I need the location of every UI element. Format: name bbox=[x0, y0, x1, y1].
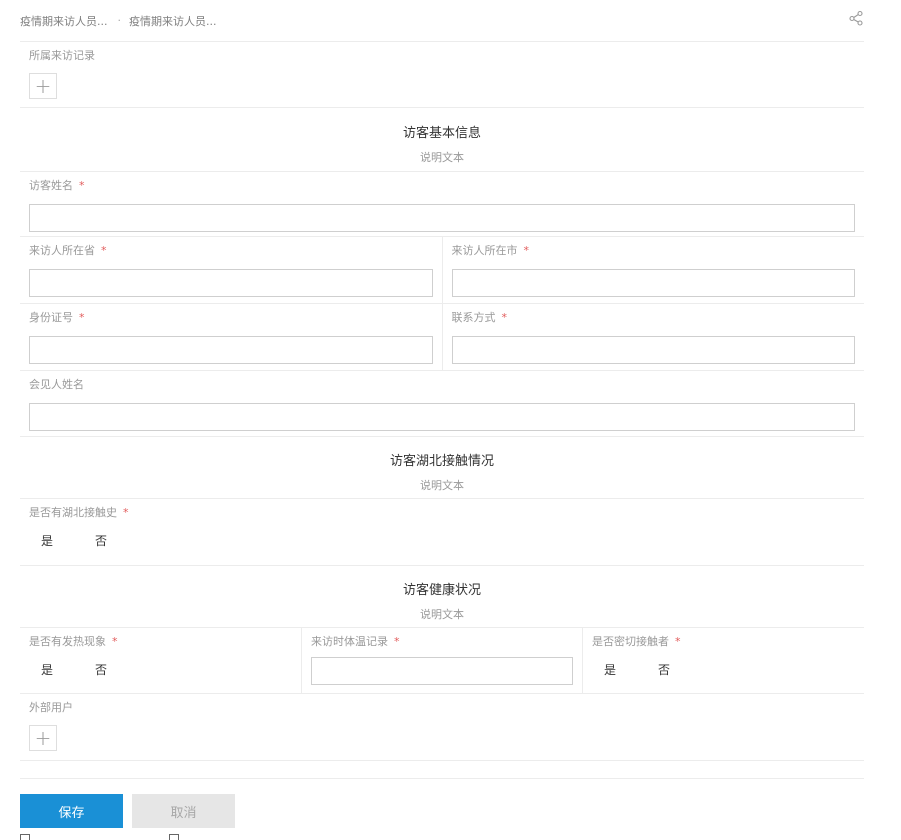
required-mark: * bbox=[394, 635, 400, 648]
fever-option-yes[interactable]: 是 bbox=[41, 661, 53, 678]
visitor-name-row: 访客姓名 * bbox=[20, 172, 864, 237]
section-hubei-subtitle: 说明文本 bbox=[420, 479, 464, 492]
close-contact-label-text: 是否密切接触者 bbox=[592, 635, 669, 648]
hubei-contact-label: 是否有湖北接触史 * bbox=[29, 505, 855, 521]
fever-label: 是否有发热现象 * bbox=[29, 634, 292, 650]
external-user-add-button[interactable]: + bbox=[29, 725, 57, 751]
fever-option-no[interactable]: 否 bbox=[95, 661, 107, 678]
host-name-label: 会见人姓名 bbox=[29, 378, 84, 391]
cancel-button[interactable]: 取消 bbox=[132, 794, 235, 828]
temperature-field: 来访时体温记录 * bbox=[301, 628, 582, 693]
visitor-name-label-text: 访客姓名 bbox=[29, 179, 73, 192]
visit-record-add-button[interactable]: + bbox=[29, 73, 57, 99]
section-health-header: 访客健康状况 说明文本 bbox=[20, 566, 864, 628]
hubei-contact-label-text: 是否有湖北接触史 bbox=[29, 506, 117, 519]
required-mark: * bbox=[79, 311, 85, 324]
save-button[interactable]: 保存 bbox=[20, 794, 123, 828]
id-number-field: 身份证号 * bbox=[20, 304, 442, 370]
external-user-label: 外部用户 bbox=[29, 701, 73, 714]
id-number-label: 身份证号 * bbox=[29, 310, 433, 326]
breadcrumb-separator: · bbox=[117, 14, 122, 27]
visit-record-row: 所属来访记录 + bbox=[20, 42, 864, 108]
fever-radio-group: 是 否 bbox=[29, 661, 292, 678]
id-number-label-text: 身份证号 bbox=[29, 311, 73, 324]
required-mark: * bbox=[123, 506, 129, 519]
province-field: 来访人所在省 * bbox=[20, 237, 442, 303]
close-contact-option-yes[interactable]: 是 bbox=[604, 661, 616, 678]
city-field: 来访人所在市 * bbox=[441, 237, 865, 303]
temperature-input[interactable] bbox=[311, 657, 573, 685]
close-contact-label: 是否密切接触者 * bbox=[592, 634, 855, 650]
form-actions: 保存 取消 bbox=[20, 778, 864, 840]
required-mark: * bbox=[112, 635, 118, 648]
id-number-input[interactable] bbox=[29, 336, 433, 364]
fever-label-text: 是否有发热现象 bbox=[29, 635, 106, 648]
hubei-contact-radio-group: 是 否 bbox=[29, 532, 855, 549]
temperature-label-text: 来访时体温记录 bbox=[311, 635, 388, 648]
required-mark: * bbox=[79, 179, 85, 192]
required-mark: * bbox=[101, 244, 107, 257]
section-health-subtitle: 说明文本 bbox=[420, 608, 464, 621]
visit-record-label: 所属来访记录 bbox=[29, 49, 95, 62]
city-label-text: 来访人所在市 bbox=[451, 244, 518, 257]
hubei-contact-option-no[interactable]: 否 bbox=[95, 532, 107, 549]
health-row: 是否有发热现象 * 是 否 来访时体温记录 * 是否密切接触者 * 是 否 bbox=[20, 628, 864, 694]
contact-label-text: 联系方式 bbox=[451, 311, 496, 324]
section-basic-header: 访客基本信息 说明文本 bbox=[20, 108, 864, 172]
plus-icon: + bbox=[34, 726, 52, 750]
visitor-form: 所属来访记录 + 访客基本信息 说明文本 访客姓名 * 来访人所在省 * 来访人… bbox=[20, 42, 864, 761]
city-label: 来访人所在市 * bbox=[452, 243, 856, 259]
plus-icon: + bbox=[34, 74, 52, 98]
breadcrumb-item-2[interactable]: 疫情期来访人员... bbox=[129, 13, 217, 29]
required-mark: * bbox=[501, 311, 508, 324]
share-icon[interactable] bbox=[848, 10, 864, 26]
contact-field: 联系方式 * bbox=[441, 304, 865, 370]
id-contact-row: 身份证号 * 联系方式 * bbox=[20, 304, 864, 371]
hubei-contact-option-yes[interactable]: 是 bbox=[41, 532, 53, 549]
section-hubei-header: 访客湖北接触情况 说明文本 bbox=[20, 437, 864, 499]
city-input[interactable] bbox=[451, 269, 855, 297]
section-basic-title: 访客基本信息 bbox=[402, 126, 481, 141]
hubei-contact-row: 是否有湖北接触史 * 是 否 bbox=[20, 499, 864, 566]
visitor-name-input[interactable] bbox=[29, 204, 855, 232]
section-basic-subtitle: 说明文本 bbox=[420, 151, 464, 164]
close-contact-radio-group: 是 否 bbox=[592, 661, 855, 678]
bottom-options bbox=[20, 834, 320, 840]
option-checkbox-2[interactable] bbox=[169, 834, 180, 840]
section-hubei-title: 访客湖北接触情况 bbox=[389, 454, 494, 469]
external-user-row: 外部用户 + bbox=[20, 694, 864, 761]
option-checkbox-1[interactable] bbox=[20, 834, 30, 840]
breadcrumb-item-1[interactable]: 疫情期来访人员... bbox=[20, 13, 108, 29]
fever-field: 是否有发热现象 * 是 否 bbox=[20, 628, 301, 693]
host-name-input[interactable] bbox=[29, 403, 855, 431]
close-contact-option-no[interactable]: 否 bbox=[658, 661, 670, 678]
required-mark: * bbox=[675, 635, 681, 648]
breadcrumb-bar: 疫情期来访人员... · 疫情期来访人员... bbox=[20, 0, 864, 42]
temperature-label: 来访时体温记录 * bbox=[311, 634, 573, 650]
required-mark: * bbox=[523, 244, 530, 257]
contact-input[interactable] bbox=[451, 336, 855, 364]
province-label-text: 来访人所在省 bbox=[29, 244, 95, 257]
province-input[interactable] bbox=[29, 269, 433, 297]
close-contact-field: 是否密切接触者 * 是 否 bbox=[582, 628, 864, 693]
contact-label: 联系方式 * bbox=[452, 310, 856, 326]
province-city-row: 来访人所在省 * 来访人所在市 * bbox=[20, 237, 864, 304]
section-health-title: 访客健康状况 bbox=[402, 583, 481, 598]
province-label: 来访人所在省 * bbox=[29, 243, 433, 259]
visitor-name-label: 访客姓名 * bbox=[29, 178, 855, 194]
host-name-row: 会见人姓名 bbox=[20, 371, 864, 437]
